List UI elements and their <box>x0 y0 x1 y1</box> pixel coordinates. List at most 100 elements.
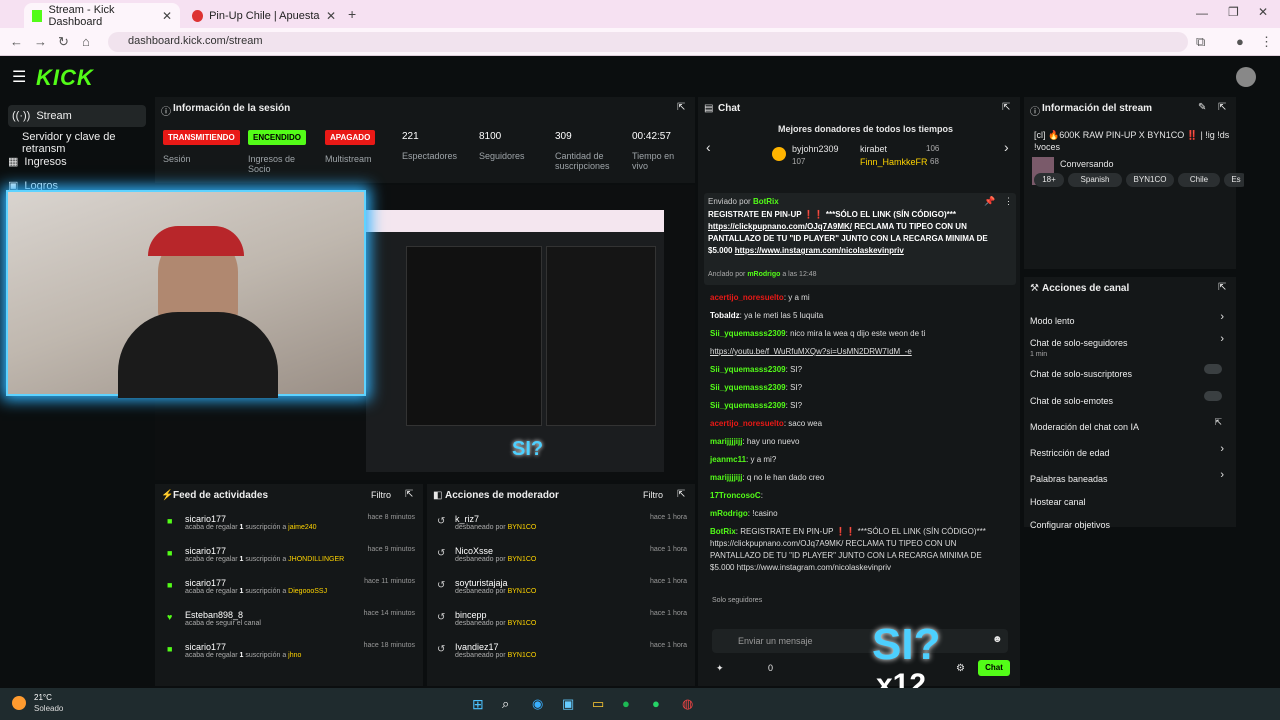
chat-username[interactable]: Tobaldz <box>710 311 740 320</box>
anchored-user[interactable]: mRodrigo <box>747 271 780 278</box>
feed-user[interactable]: sicario177 <box>185 514 226 524</box>
mod-by[interactable]: BYN1CO <box>508 556 537 563</box>
toggle-switch[interactable] <box>1204 391 1222 401</box>
close-tab-icon[interactable]: ✕ <box>162 9 172 23</box>
close-tab-icon[interactable]: ✕ <box>326 9 336 23</box>
sidebar-item-stream[interactable]: ((·)) Stream <box>8 105 146 127</box>
feed-target[interactable]: JHONDILLINGER <box>288 556 344 563</box>
chat-username[interactable]: marijjjjijj <box>710 437 742 446</box>
chevron-right-icon[interactable]: › <box>1220 333 1224 345</box>
channel-action-row[interactable]: Palabras baneadas › <box>1030 469 1230 487</box>
chat-username[interactable]: Sii_yquemasss2309 <box>710 383 786 392</box>
popout-icon[interactable]: ⇱ <box>677 489 685 500</box>
gear-icon[interactable]: ⚙ <box>956 663 965 674</box>
mod-by[interactable]: BYN1CO <box>508 620 537 627</box>
feed-user[interactable]: sicario177 <box>185 546 226 556</box>
more-icon[interactable]: ⋮ <box>1004 196 1013 207</box>
minimize-icon[interactable]: — <box>1196 6 1208 20</box>
pinned-by-user[interactable]: BotRix <box>753 197 779 206</box>
new-tab-icon[interactable]: + <box>348 6 356 22</box>
stream-tag[interactable]: BYN1CO <box>1126 173 1174 187</box>
chevron-left-icon[interactable]: ‹ <box>706 139 711 155</box>
tab-kick-dashboard[interactable]: Stream - Kick Dashboard ✕ <box>24 3 180 28</box>
home-icon[interactable]: ⌂ <box>82 34 90 49</box>
spotify-icon[interactable]: ● <box>622 696 630 711</box>
chrome-icon[interactable]: ◍ <box>682 696 693 712</box>
windows-start-icon[interactable]: ⊞ <box>472 696 484 713</box>
chat-username[interactable]: BotRix <box>710 527 736 536</box>
popout-icon[interactable]: ⇱ <box>1218 282 1226 293</box>
chat-username[interactable]: Sii_yquemasss2309 <box>710 365 786 374</box>
channel-action-row[interactable]: Configurar objetivos <box>1030 515 1230 533</box>
close-window-icon[interactable]: ✕ <box>1258 5 1268 19</box>
edge-icon[interactable]: ◉ <box>532 696 543 712</box>
mod-user[interactable]: k_riz7 <box>455 514 479 524</box>
hamburger-icon[interactable]: ☰ <box>12 67 26 87</box>
pin-icon[interactable]: 📌 <box>984 196 995 207</box>
avatar[interactable] <box>1236 67 1256 87</box>
popout-icon[interactable]: ⇱ <box>677 102 685 113</box>
filter-button[interactable]: Filtro <box>371 490 391 500</box>
chat-username[interactable]: acertijo_noresuelto <box>710 419 784 428</box>
category-name[interactable]: Conversando <box>1060 159 1114 169</box>
search-icon[interactable]: ⌕ <box>502 696 509 712</box>
mod-by[interactable]: BYN1CO <box>508 652 537 659</box>
chat-username[interactable]: jeanmc11 <box>710 455 746 464</box>
filter-button[interactable]: Filtro <box>643 490 663 500</box>
stream-tag[interactable]: 18+ <box>1034 173 1064 187</box>
mod-by[interactable]: BYN1CO <box>508 524 537 531</box>
pinned-link[interactable]: https://www.instagram.com/nicolaskevinpr… <box>735 246 904 255</box>
channel-action-row[interactable]: Chat de solo-seguidores 1 min › <box>1030 333 1230 358</box>
extensions-icon[interactable]: ⧉ <box>1196 34 1205 50</box>
chat-username[interactable]: acertijo_noresuelto <box>710 293 784 302</box>
chat-username[interactable]: Sii_yquemasss2309 <box>710 401 786 410</box>
pinned-link[interactable]: https://clickpupnano.com/OJq7A9MK/ <box>708 222 852 231</box>
stream-tag[interactable]: Spanish <box>1068 173 1122 187</box>
folder-icon[interactable]: ▭ <box>592 696 604 712</box>
mod-user[interactable]: soyturistajaja <box>455 578 508 588</box>
popout-icon[interactable]: ⇱ <box>1218 102 1226 113</box>
tab-pinup[interactable]: Pin-Up Chile | Apuestas y Casin ✕ <box>184 3 344 28</box>
chevron-right-icon[interactable]: › <box>1220 469 1224 481</box>
external-link-icon[interactable]: ⇱ <box>1214 417 1222 428</box>
mod-user[interactable]: NicoXsse <box>455 546 493 556</box>
feed-target[interactable]: jhno <box>288 652 301 659</box>
feed-user[interactable]: sicario177 <box>185 642 226 652</box>
forward-icon[interactable]: → <box>34 34 47 49</box>
chat-username[interactable]: Sii_yquemasss2309 <box>710 329 786 338</box>
chat-username[interactable]: marijjjjijj <box>710 473 742 482</box>
stream-tag[interactable]: Chile <box>1178 173 1220 187</box>
kick-logo[interactable]: KICK <box>36 65 94 91</box>
sidebar-item-server[interactable]: Servidor y clave de retransm <box>22 131 152 155</box>
chat-input[interactable]: Enviar un mensaje ☻ <box>712 629 1008 653</box>
feed-target[interactable]: DiegoooSSJ <box>288 588 327 595</box>
send-chat-button[interactable]: Chat <box>978 660 1010 676</box>
chevron-right-icon[interactable]: › <box>1220 443 1224 455</box>
url-field[interactable]: dashboard.kick.com/stream <box>108 32 1188 52</box>
chat-username[interactable]: mRodrigo <box>710 509 748 518</box>
channel-action-row[interactable]: Restricción de edad › <box>1030 443 1230 461</box>
mod-user[interactable]: Ivandiez17 <box>455 642 499 652</box>
menu-icon[interactable]: ⋮ <box>1260 34 1273 50</box>
maximize-icon[interactable]: ❐ <box>1228 5 1239 19</box>
store-icon[interactable]: ▣ <box>562 696 574 712</box>
chevron-right-icon[interactable]: › <box>1004 139 1009 155</box>
channel-action-row[interactable]: Chat de solo-suscriptores <box>1030 364 1230 382</box>
channel-action-row[interactable]: Chat de solo-emotes <box>1030 391 1230 409</box>
back-icon[interactable]: ← <box>10 34 23 49</box>
channel-action-row[interactable]: Moderación del chat con IA ⇱ <box>1030 417 1230 435</box>
edit-icon[interactable]: ✎ <box>1198 102 1206 113</box>
chat-username[interactable]: 17TroncosoC <box>710 491 761 500</box>
emote-icon[interactable]: ☻ <box>992 634 1003 645</box>
mod-user[interactable]: bincepp <box>455 610 487 620</box>
feed-target[interactable]: jaime240 <box>288 524 316 531</box>
chevron-right-icon[interactable]: › <box>1220 311 1224 323</box>
profile-icon[interactable]: ● <box>1236 34 1244 49</box>
popout-icon[interactable]: ⇱ <box>405 489 413 500</box>
whatsapp-icon[interactable]: ● <box>652 696 660 711</box>
toggle-switch[interactable] <box>1204 364 1222 374</box>
popout-icon[interactable]: ⇱ <box>1002 102 1010 113</box>
channel-action-row[interactable]: Modo lento › <box>1030 311 1230 329</box>
feed-user[interactable]: Esteban898_8 <box>185 610 243 620</box>
sidebar-item-ingresos[interactable]: ▦ Ingresos <box>8 155 67 169</box>
